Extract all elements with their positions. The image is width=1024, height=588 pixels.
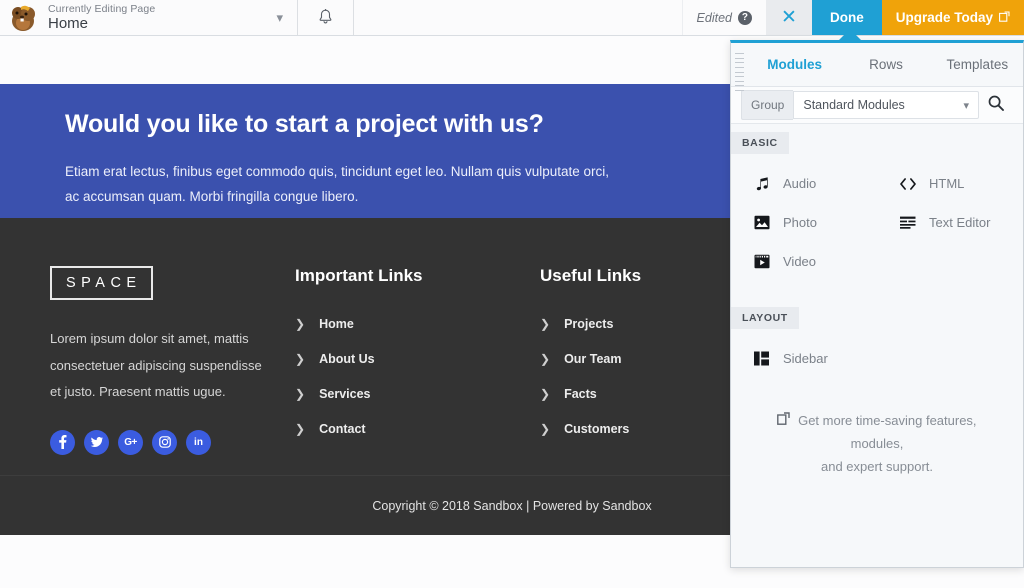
group-select-value: Standard Modules xyxy=(803,98,904,112)
module-sidebar[interactable]: Sidebar xyxy=(731,339,877,378)
footer-link[interactable]: ❯ Home xyxy=(295,317,540,331)
layout-modules-grid: Sidebar xyxy=(731,329,1023,382)
social-linkedin-icon[interactable]: in xyxy=(186,430,211,455)
edited-status-label: Edited xyxy=(697,11,732,25)
tab-rows[interactable]: Rows xyxy=(840,57,931,72)
module-label: Sidebar xyxy=(783,351,828,366)
footer-link-label: Our Team xyxy=(564,352,621,366)
footer-column-title: Important Links xyxy=(295,266,540,286)
footer-link-label: Customers xyxy=(564,422,629,436)
panel-pointer-arrow xyxy=(838,29,862,41)
module-label: Audio xyxy=(783,176,816,191)
footer-link[interactable]: ❯ Contact xyxy=(295,422,540,436)
builder-content-panel: Modules Rows Templates Group Standard Mo… xyxy=(730,40,1024,568)
chevron-right-icon: ❯ xyxy=(540,317,550,331)
upgrade-today-label: Upgrade Today xyxy=(896,10,993,25)
photo-image-icon xyxy=(753,214,770,231)
edited-status: Edited ? xyxy=(683,0,766,35)
space-logo: SPACE xyxy=(50,266,153,300)
section-header-basic: BASIC xyxy=(731,132,789,154)
footer-link-label: Contact xyxy=(319,422,366,436)
social-twitter-icon[interactable] xyxy=(84,430,109,455)
module-audio[interactable]: Audio xyxy=(731,164,877,203)
social-links: G+ in xyxy=(50,430,295,455)
panel-filter-bar: Group Standard Modules ▾ xyxy=(731,87,1023,124)
beaver-builder-logo-icon xyxy=(8,4,38,32)
upgrade-today-button[interactable]: Upgrade Today xyxy=(882,0,1024,35)
module-html[interactable]: HTML xyxy=(877,164,1023,203)
group-label: Group xyxy=(741,90,793,120)
module-video[interactable]: Video xyxy=(731,242,877,281)
chevron-right-icon: ❯ xyxy=(295,352,305,366)
currently-editing-label: Currently Editing Page xyxy=(48,4,266,15)
chevron-right-icon: ❯ xyxy=(540,387,550,401)
chevron-right-icon: ❯ xyxy=(295,317,305,331)
help-icon[interactable]: ? xyxy=(738,11,752,25)
tab-templates[interactable]: Templates xyxy=(932,57,1023,72)
video-film-icon xyxy=(753,253,770,270)
admin-bar-spacer xyxy=(354,0,683,35)
footer-link-label: Services xyxy=(319,387,370,401)
current-page-selector[interactable]: Currently Editing Page Home ▾ xyxy=(0,0,298,35)
external-link-icon xyxy=(999,10,1010,25)
section-header-layout: LAYOUT xyxy=(731,307,799,329)
screen: Currently Editing Page Home ▾ Edited ? ✕… xyxy=(0,0,1024,588)
code-brackets-icon xyxy=(899,175,916,192)
chevron-right-icon: ❯ xyxy=(540,352,550,366)
chevron-right-icon: ❯ xyxy=(295,422,305,436)
social-facebook-icon[interactable] xyxy=(50,430,75,455)
module-photo[interactable]: Photo xyxy=(731,203,877,242)
module-label: Text Editor xyxy=(929,215,990,230)
footer-link-label: About Us xyxy=(319,352,375,366)
social-instagram-icon[interactable] xyxy=(152,430,177,455)
panel-module-list: BASIC Audio HTML xyxy=(731,124,1023,567)
promo-line-1: Get more time-saving features, modules, xyxy=(798,413,976,451)
chevron-down-icon: ▾ xyxy=(963,99,969,112)
footer-link-label: Projects xyxy=(564,317,613,331)
text-lines-icon xyxy=(899,214,916,231)
admin-bar: Currently Editing Page Home ▾ Edited ? ✕… xyxy=(0,0,1024,36)
sidebar-layout-icon xyxy=(753,350,770,367)
notifications-bell-icon[interactable] xyxy=(298,0,354,35)
upgrade-promo-text[interactable]: Get more time-saving features, modules, … xyxy=(731,382,1023,478)
audio-note-icon xyxy=(753,175,770,192)
tab-modules[interactable]: Modules xyxy=(749,57,840,72)
footer-link-label: Home xyxy=(319,317,354,331)
drag-grip-icon[interactable] xyxy=(735,53,744,91)
module-label: Photo xyxy=(783,215,817,230)
module-text-editor[interactable]: Text Editor xyxy=(877,203,1023,242)
chevron-down-icon[interactable]: ▾ xyxy=(276,10,287,26)
search-icon[interactable] xyxy=(979,95,1013,116)
chevron-right-icon: ❯ xyxy=(295,387,305,401)
promo-line-2: and expert support. xyxy=(821,459,933,474)
footer-brand-text: Lorem ipsum dolor sit amet, mattis conse… xyxy=(50,326,262,406)
chevron-right-icon: ❯ xyxy=(540,422,550,436)
footer-link[interactable]: ❯ Services xyxy=(295,387,540,401)
external-link-icon xyxy=(777,413,794,428)
panel-tabs: Modules Rows Templates xyxy=(731,43,1023,87)
basic-modules-grid: Audio HTML Photo xyxy=(731,154,1023,285)
current-page-title: Home xyxy=(48,16,266,32)
social-google-plus-icon[interactable]: G+ xyxy=(118,430,143,455)
hero-paragraph: Etiam erat lectus, finibus eget commodo … xyxy=(65,160,620,210)
group-select[interactable]: Standard Modules ▾ xyxy=(793,91,979,119)
module-label: Video xyxy=(783,254,816,269)
module-label: HTML xyxy=(929,176,964,191)
footer-links-column-important: Important Links ❯ Home ❯ About Us ❯ Service… xyxy=(295,266,540,457)
close-panel-button[interactable]: ✕ xyxy=(766,0,812,35)
footer-link[interactable]: ❯ About Us xyxy=(295,352,540,366)
footer-link-label: Facts xyxy=(564,387,597,401)
footer-brand-column: SPACE Lorem ipsum dolor sit amet, mattis… xyxy=(50,266,295,457)
